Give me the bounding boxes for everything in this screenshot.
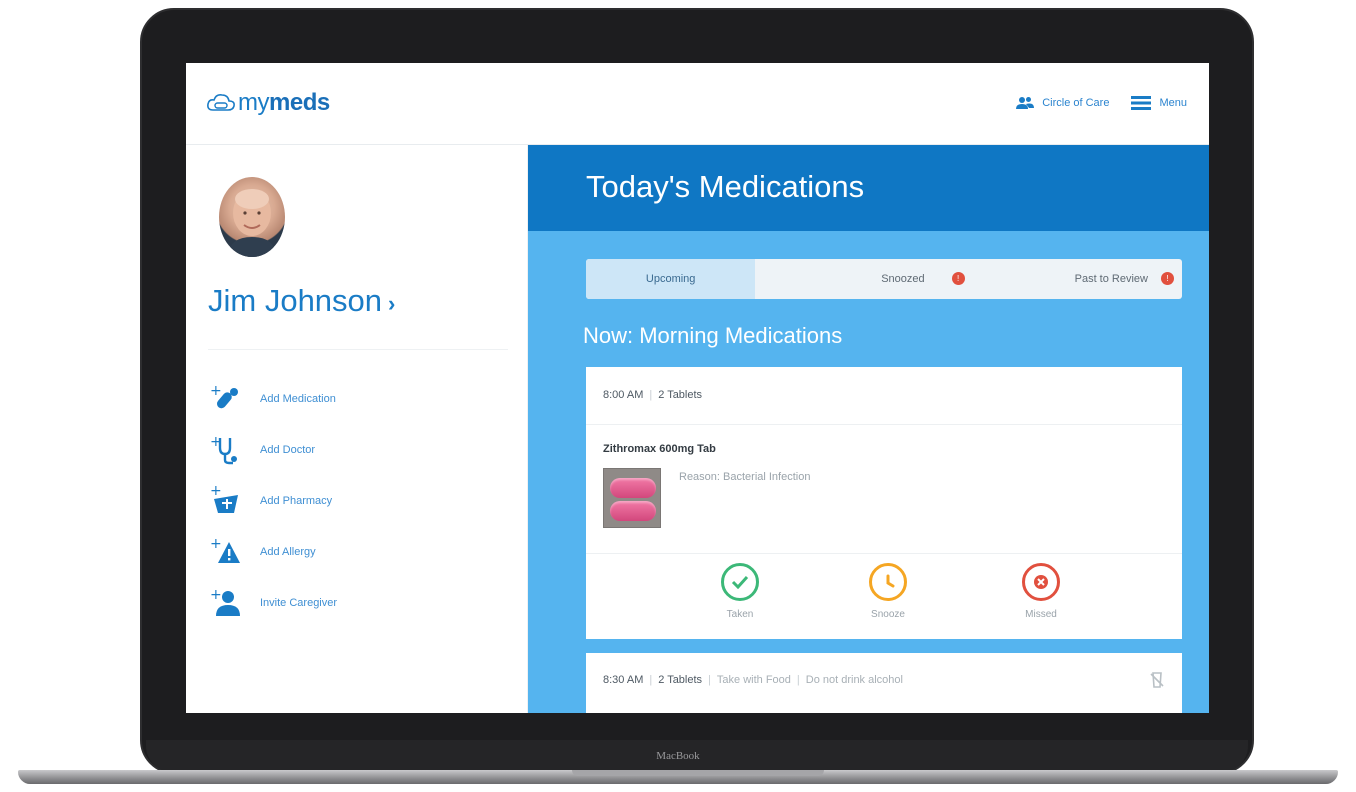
separator: | <box>796 674 800 686</box>
section-title: Now: Morning Medications <box>583 323 843 348</box>
cloud-pill-logo-icon <box>207 94 235 111</box>
invite-caregiver-icon: + <box>208 587 248 619</box>
no-alcohol-icon <box>1150 671 1164 694</box>
dose-actions: Taken Snooze Missed <box>586 563 1182 633</box>
hamburger-icon <box>1131 96 1152 110</box>
logo-text: mymeds <box>238 89 330 117</box>
sidebar-item-add-doctor[interactable]: + Add Doctor <box>208 424 337 475</box>
sidebar-item-label: Add Pharmacy <box>260 494 333 507</box>
dose-card: 8:00 AM | 2 Tablets Zithromax 600mg Tab Re… <box>586 367 1182 639</box>
taken-button[interactable]: Taken <box>690 563 790 620</box>
drug-name: Zithromax 600mg Tab <box>603 443 716 455</box>
user-name-link[interactable]: Jim Johnson › <box>208 283 395 319</box>
x-icon <box>1022 563 1060 601</box>
snooze-label: Snooze <box>871 609 905 620</box>
sidebar-item-add-medication[interactable]: + Add Medication <box>208 373 337 424</box>
dose-time-row: 8:00 AM | 2 Tablets <box>603 389 702 401</box>
sidebar-item-add-pharmacy[interactable]: + Add Pharmacy <box>208 475 337 526</box>
svg-text:+: + <box>210 485 222 499</box>
tab-upcoming[interactable]: Upcoming <box>586 259 756 299</box>
pill-image[interactable] <box>603 468 661 528</box>
sidebar-item-label: Add Allergy <box>260 545 316 558</box>
main-header: Today's Medications <box>528 145 1209 231</box>
separator: | <box>708 674 711 686</box>
menu-button[interactable]: Menu <box>1131 95 1187 111</box>
clock-icon <box>869 563 907 601</box>
avatar-face-icon <box>227 189 277 257</box>
add-allergy-icon: + <box>208 536 248 568</box>
next-dose-note-alcohol: Do not drink alcohol <box>805 674 903 686</box>
people-icon <box>1016 97 1035 109</box>
menu-label: Menu <box>1159 97 1187 109</box>
next-dose-note-food: Take with Food <box>716 674 791 686</box>
divider <box>586 553 1182 554</box>
missed-label: Missed <box>1025 609 1057 620</box>
sidebar-item-add-allergy[interactable]: + Add Allergy <box>208 526 337 577</box>
next-dose-time: 8:30 AM <box>603 674 644 686</box>
nav-right: Circle of Care Menu <box>1016 95 1187 111</box>
logo-text-bold: meds <box>269 89 330 116</box>
pill-shape <box>610 478 656 498</box>
snooze-button[interactable]: Snooze <box>838 563 938 620</box>
next-dose-quantity: 2 Tablets <box>658 674 703 686</box>
tab-label: Upcoming <box>645 273 696 285</box>
tab-label: Snoozed <box>881 273 925 285</box>
medication-tabs: Upcoming Snoozed ! Past to Review ! <box>586 259 1182 299</box>
app-screen: mymeds Circle of Care Menu Jim Johnson ›… <box>186 63 1209 713</box>
logo-text-light: my <box>238 89 270 116</box>
laptop-brand-label: MacBook <box>656 750 700 762</box>
separator: | <box>649 674 653 686</box>
sidebar-item-label: Add Medication <box>260 392 336 405</box>
medications-panel: Today's Medications Upcoming Snoozed ! P… <box>528 145 1209 713</box>
top-nav: mymeds Circle of Care Menu <box>186 63 1209 145</box>
sidebar-item-label: Add Doctor <box>260 443 316 456</box>
svg-text:+: + <box>210 383 222 399</box>
svg-text:+: + <box>210 587 222 603</box>
alert-badge: ! <box>1160 272 1174 285</box>
next-dose-row: 8:30 AM | 2 Tablets | Take with Food | Do not … <box>603 674 903 686</box>
sidebar-actions: + Add Medication + Add Doctor + Add Phar… <box>208 373 337 628</box>
tab-snoozed[interactable]: Snoozed ! <box>755 259 978 299</box>
sidebar-item-label: Invite Caregiver <box>260 596 338 609</box>
dose-quantity: 2 Tablets <box>658 389 703 401</box>
avatar[interactable] <box>219 177 285 257</box>
profile-sidebar: Jim Johnson › + Add Medication + Add Doct… <box>186 145 528 713</box>
laptop-notch <box>572 770 824 776</box>
alert-badge: ! <box>951 272 965 285</box>
circle-of-care-label: Circle of Care <box>1042 97 1110 109</box>
circle-of-care-link[interactable]: Circle of Care <box>1016 96 1109 110</box>
divider <box>586 424 1182 425</box>
app-logo[interactable]: mymeds <box>206 89 330 117</box>
taken-label: Taken <box>726 609 754 620</box>
add-medication-icon: + <box>208 383 248 415</box>
sidebar-item-invite-caregiver[interactable]: + Invite Caregiver <box>208 577 337 628</box>
pill-shape <box>610 501 656 521</box>
tab-label: Past to Review <box>1074 273 1148 285</box>
chevron-right-icon: › <box>388 291 396 316</box>
add-doctor-icon: + <box>208 434 248 466</box>
dose-time: 8:00 AM <box>603 389 644 401</box>
sidebar-divider <box>208 349 508 350</box>
missed-button[interactable]: Missed <box>991 563 1091 620</box>
drug-reason: Reason: Bacterial Infection <box>679 471 811 483</box>
separator: | <box>649 389 653 401</box>
svg-text:+: + <box>210 536 222 552</box>
next-dose-card[interactable]: 8:30 AM | 2 Tablets | Take with Food | Do not … <box>586 653 1182 713</box>
page-title: Today's Medications <box>586 169 865 204</box>
check-icon <box>721 563 759 601</box>
user-name: Jim Johnson <box>208 283 383 318</box>
tab-past-to-review[interactable]: Past to Review ! <box>979 259 1182 299</box>
add-pharmacy-icon: + <box>208 483 248 517</box>
